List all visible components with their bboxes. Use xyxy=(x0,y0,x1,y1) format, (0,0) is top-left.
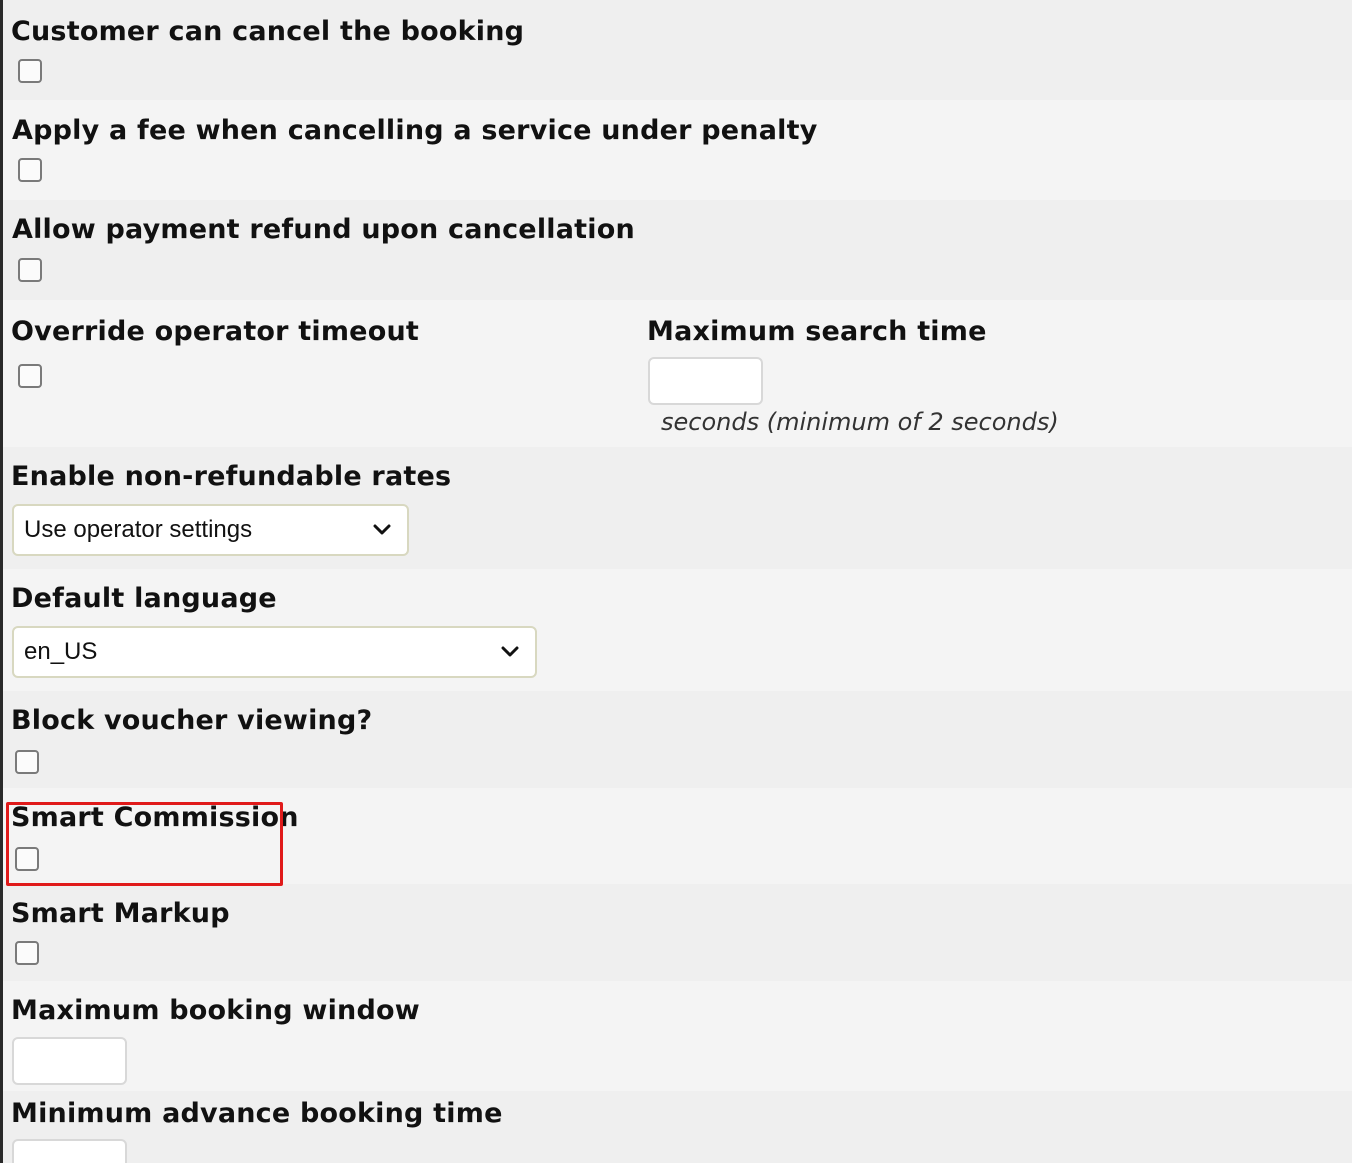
row-max-booking-window: Maximum booking window xyxy=(3,981,1352,1091)
smart-markup-label: Smart Markup xyxy=(11,898,230,929)
non-refundable-select[interactable]: Use operator settings xyxy=(12,504,409,556)
row-block-voucher: Block voucher viewing? xyxy=(3,691,1352,788)
block-voucher-label: Block voucher viewing? xyxy=(11,705,373,736)
settings-form: Customer can cancel the booking Apply a … xyxy=(0,0,1352,1163)
non-refundable-selected-value: Use operator settings xyxy=(24,516,253,543)
row-default-language: Default language en_US xyxy=(3,569,1352,691)
max-search-time-input[interactable] xyxy=(648,357,763,405)
override-timeout-checkbox[interactable] xyxy=(18,364,42,388)
row-timeout: Override operator timeout Maximum search… xyxy=(3,300,1352,447)
refund-label: Allow payment refund upon cancellation xyxy=(12,214,635,245)
row-min-advance-booking: Minimum advance booking time xyxy=(3,1091,1352,1163)
min-advance-booking-input[interactable] xyxy=(12,1139,127,1163)
max-search-time-hint: seconds (minimum of 2 seconds) xyxy=(661,408,1059,436)
refund-checkbox[interactable] xyxy=(18,258,42,282)
chevron-down-icon xyxy=(373,524,391,535)
max-booking-window-label: Maximum booking window xyxy=(11,995,420,1026)
max-search-time-label: Maximum search time xyxy=(647,316,987,347)
cancel-fee-checkbox[interactable] xyxy=(18,158,42,182)
row-cancel-fee: Apply a fee when cancelling a service un… xyxy=(3,100,1352,200)
customer-cancel-checkbox[interactable] xyxy=(18,59,42,83)
min-advance-booking-label: Minimum advance booking time xyxy=(11,1098,503,1129)
chevron-down-icon xyxy=(501,646,519,657)
default-language-selected-value: en_US xyxy=(24,638,98,665)
non-refundable-label: Enable non-refundable rates xyxy=(11,461,452,492)
row-customer-cancel: Customer can cancel the booking xyxy=(3,0,1352,100)
row-refund: Allow payment refund upon cancellation xyxy=(3,200,1352,300)
max-booking-window-input[interactable] xyxy=(12,1037,127,1085)
customer-cancel-label: Customer can cancel the booking xyxy=(11,16,525,47)
override-timeout-label: Override operator timeout xyxy=(11,316,419,347)
smart-commission-highlight xyxy=(6,802,283,886)
cancel-fee-label: Apply a fee when cancelling a service un… xyxy=(12,115,818,146)
smart-markup-checkbox[interactable] xyxy=(15,941,39,965)
default-language-select[interactable]: en_US xyxy=(12,626,537,678)
default-language-label: Default language xyxy=(11,583,277,614)
row-smart-markup: Smart Markup xyxy=(3,884,1352,981)
row-non-refundable: Enable non-refundable rates Use operator… xyxy=(3,447,1352,569)
block-voucher-checkbox[interactable] xyxy=(15,750,39,774)
